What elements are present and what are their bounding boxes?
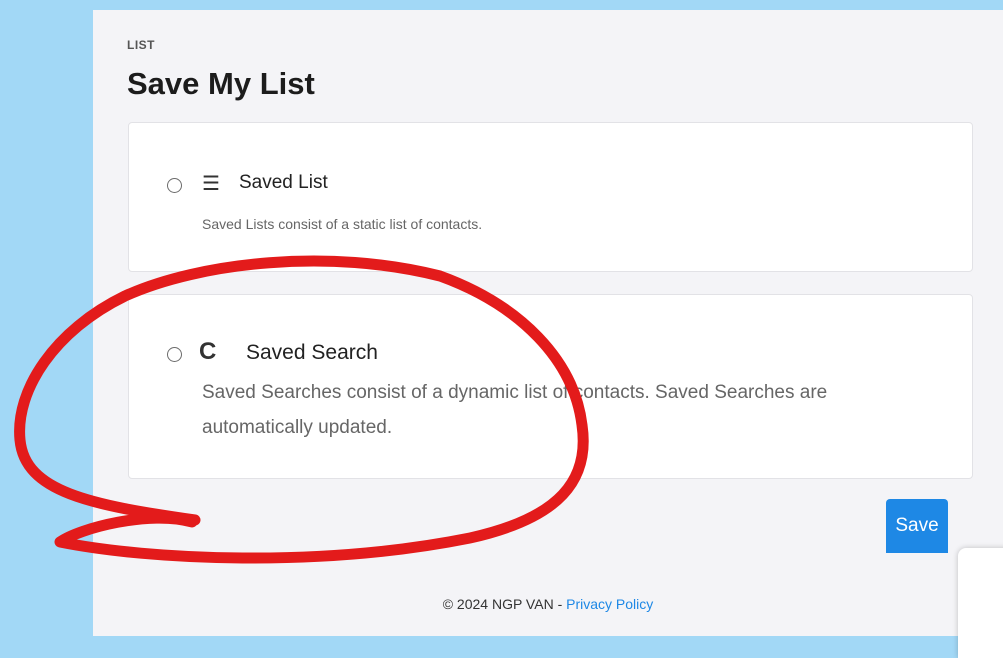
page-panel: LIST Save My List ☰ Saved List Saved Lis… [93, 10, 1003, 658]
footer: © 2024 NGP VAN - Privacy Policy [93, 596, 1003, 612]
saved-search-title: Saved Search [246, 341, 378, 364]
page-title: Save My List [127, 66, 315, 101]
page-eyebrow: LIST [127, 38, 155, 52]
option-card-saved-search[interactable]: C Saved Search Saved Searches consist of… [128, 294, 973, 479]
save-button[interactable]: Save [886, 499, 948, 553]
footer-copyright: © 2024 NGP VAN - [442, 596, 567, 612]
saved-search-description: Saved Searches consist of a dynamic list… [202, 382, 828, 438]
privacy-policy-link[interactable]: Privacy Policy [566, 596, 653, 612]
saved-search-radio[interactable] [167, 347, 182, 362]
refresh-icon: C [199, 338, 217, 365]
saved-list-description: Saved Lists consist of a static list of … [202, 216, 483, 232]
saved-list-radio[interactable] [167, 178, 182, 193]
saved-list-title: Saved List [239, 172, 328, 193]
list-icon: ☰ [202, 173, 220, 195]
option-card-saved-list[interactable]: ☰ Saved List Saved Lists consist of a st… [128, 122, 973, 272]
